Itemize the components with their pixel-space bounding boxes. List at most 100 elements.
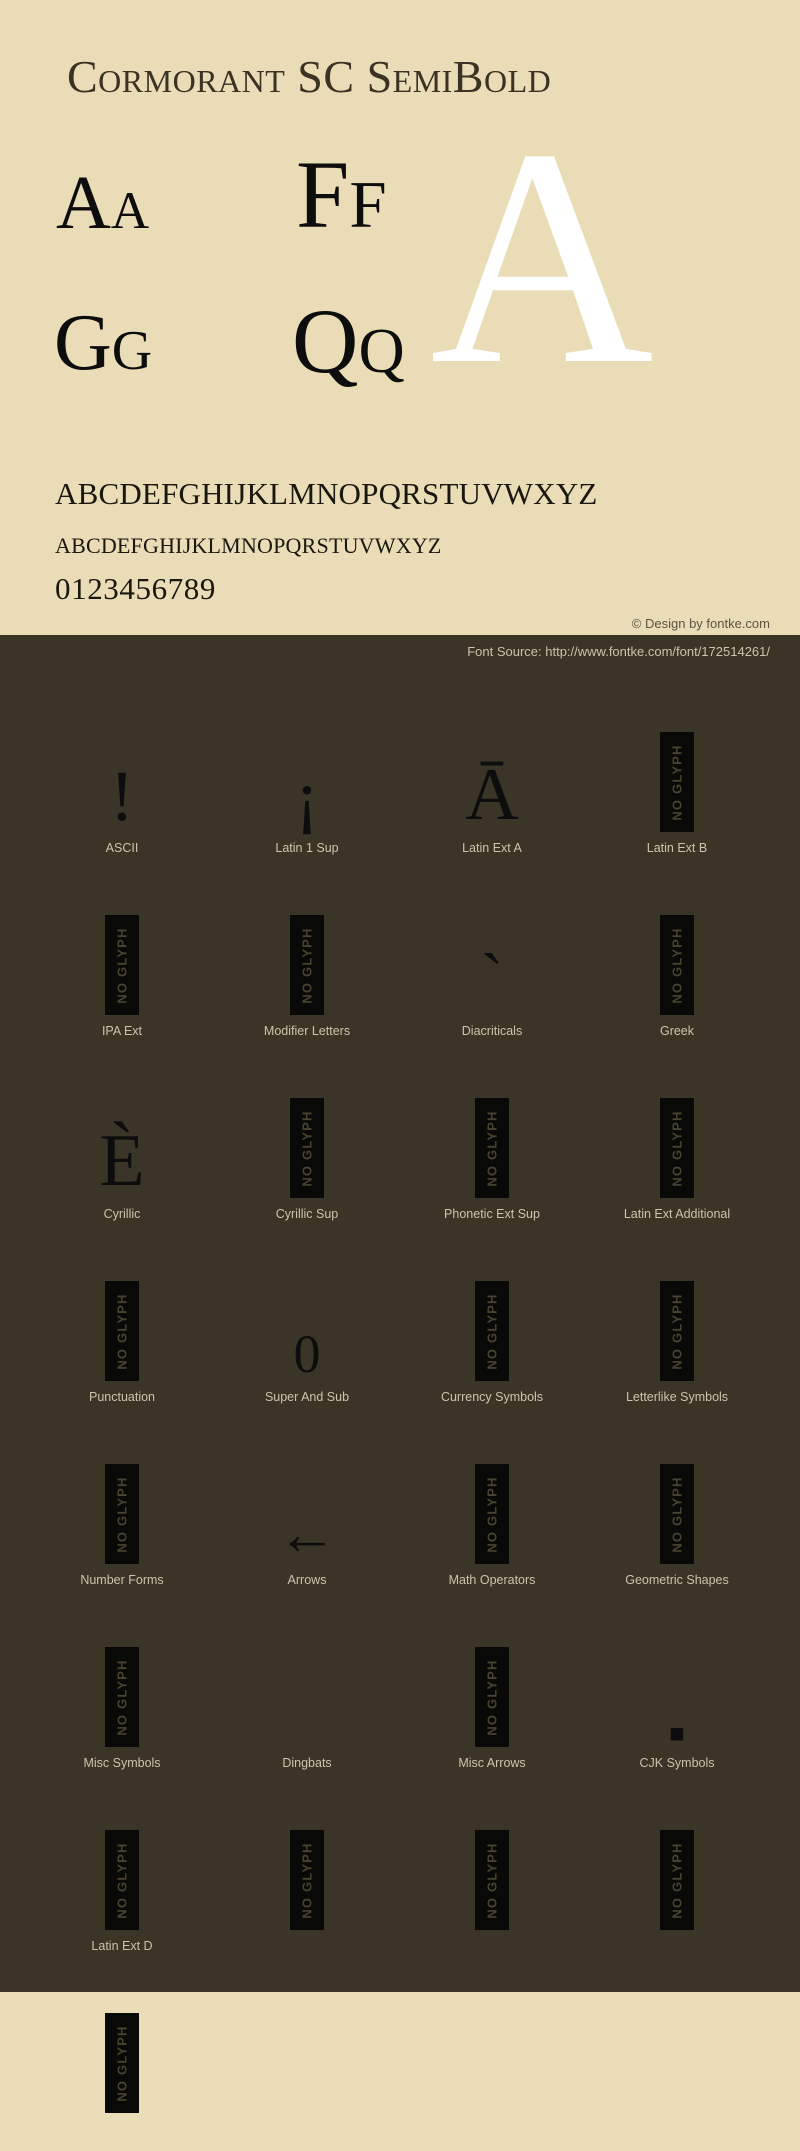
no-glyph-placeholder: NO GLYPH: [105, 1464, 139, 1564]
glyph-sample-wrap: NO GLYPH: [22, 1419, 222, 1564]
glyph-sample-wrap: NO GLYPH: [207, 870, 407, 1015]
unicode-block-label: IPA Ext: [101, 1024, 143, 1038]
no-glyph-label: NO GLYPH: [669, 1109, 685, 1187]
unicode-block-cell[interactable]: NO GLYPH Greek: [577, 870, 777, 1053]
hero-letter: A: [430, 86, 654, 429]
glyph-sample-wrap: NO GLYPH: [22, 1785, 222, 1930]
glyph-sample-wrap: [207, 1602, 407, 1747]
unicode-block-cell[interactable]: NO GLYPH Modifier Letters: [207, 870, 407, 1053]
glyph-sample-wrap: NO GLYPH: [392, 1236, 592, 1381]
no-glyph-placeholder: NO GLYPH: [475, 1281, 509, 1381]
font-source-link[interactable]: Font Source: http://www.fontke.com/font/…: [467, 644, 770, 659]
unicode-block-row: NO GLYPH Punctuation 0 Super And Sub NO GLYP…: [0, 1236, 800, 1419]
unicode-block-cell[interactable]: ■ CJK Symbols: [577, 1602, 777, 1785]
no-glyph-label: NO GLYPH: [114, 1658, 130, 1736]
alphabet-smallcaps: abcdefghijklmnopqrstuvwxyz: [55, 525, 442, 560]
unicode-block-cell[interactable]: NO GLYPH Geometric Shapes: [577, 1419, 777, 1602]
unicode-block-cell[interactable]: ¡ Latin 1 Sup: [207, 687, 407, 870]
no-glyph-placeholder: NO GLYPH: [290, 915, 324, 1015]
no-glyph-placeholder: NO GLYPH: [105, 2013, 139, 2113]
no-glyph-placeholder: NO GLYPH: [105, 1830, 139, 1930]
glyph-sample-wrap: NO GLYPH: [22, 1236, 222, 1381]
unicode-block-label: Cyrillic Sup: [275, 1207, 339, 1221]
glyph-sample-wrap: NO GLYPH: [392, 1053, 592, 1198]
unicode-block-cell[interactable]: NO GLYPH Latin Ext B: [577, 687, 777, 870]
unicode-block-label: Misc Arrows: [458, 1756, 526, 1770]
unicode-block-cell[interactable]: NO GLYPH: [577, 1785, 777, 1968]
no-glyph-placeholder: NO GLYPH: [660, 1830, 694, 1930]
unicode-block-row: NO GLYPH Misc Symbols Dingbats NO GLYPH Misc…: [0, 1602, 800, 1785]
unicode-block-cell[interactable]: [577, 1968, 777, 2151]
glyph-sample: Ā: [465, 754, 519, 836]
unicode-block-cell[interactable]: NO GLYPH Letterlike Symbols: [577, 1236, 777, 1419]
unicode-block-label: Modifier Letters: [263, 1024, 351, 1038]
unicode-block-label: Currency Symbols: [440, 1390, 544, 1404]
glyph-sample-wrap: [577, 1968, 777, 2113]
unicode-block-label: ASCII: [105, 841, 139, 855]
unicode-block-cell[interactable]: NO GLYPH Misc Arrows: [392, 1602, 592, 1785]
unicode-block-cell[interactable]: NO GLYPH: [207, 1785, 407, 1968]
unicode-block-cell[interactable]: NO GLYPH: [22, 1968, 222, 2151]
no-glyph-placeholder: NO GLYPH: [290, 1098, 324, 1198]
no-glyph-label: NO GLYPH: [299, 1841, 315, 1919]
unicode-block-label: Punctuation: [88, 1390, 156, 1404]
unicode-block-cell[interactable]: NO GLYPH IPA Ext: [22, 870, 222, 1053]
unicode-block-cell[interactable]: NO GLYPH Currency Symbols: [392, 1236, 592, 1419]
no-glyph-placeholder: NO GLYPH: [475, 1464, 509, 1564]
unicode-block-cell[interactable]: NO GLYPH Number Forms: [22, 1419, 222, 1602]
no-glyph-placeholder: NO GLYPH: [475, 1830, 509, 1930]
glyph-sample-wrap: ←: [207, 1419, 407, 1564]
no-glyph-placeholder: NO GLYPH: [660, 1281, 694, 1381]
glyph-sample: ˋ: [480, 941, 504, 1018]
unicode-block-cell[interactable]: NO GLYPH Phonetic Ext Sup: [392, 1053, 592, 1236]
unicode-block-cell[interactable]: ! ASCII: [22, 687, 222, 870]
glyph-pair-ff: Ff: [296, 141, 387, 248]
glyph-sample-wrap: NO GLYPH: [577, 1053, 777, 1198]
unicode-block-label: Phonetic Ext Sup: [444, 1207, 540, 1221]
unicode-block-cell[interactable]: ← Arrows: [207, 1419, 407, 1602]
unicode-block-cell[interactable]: È Cyrillic: [22, 1053, 222, 1236]
unicode-block-cell[interactable]: [392, 1968, 592, 2151]
unicode-block-label: Arrows: [287, 1573, 327, 1587]
no-glyph-label: NO GLYPH: [669, 1841, 685, 1919]
unicode-block-cell[interactable]: NO GLYPH Math Operators: [392, 1419, 592, 1602]
glyph-sample-wrap: NO GLYPH: [392, 1419, 592, 1564]
unicode-block-cell[interactable]: NO GLYPH Latin Ext D: [22, 1785, 222, 1968]
glyph-sample-wrap: !: [22, 687, 222, 832]
unicode-block-grid: ! ASCII ¡ Latin 1 Sup Ā Latin Ext A NO GLYPH La…: [0, 687, 800, 2151]
unicode-block-label: Latin Ext Additional: [623, 1207, 731, 1221]
unicode-block-label: Latin Ext D: [91, 1939, 153, 1953]
unicode-block-cell[interactable]: NO GLYPH Latin Ext Additional: [577, 1053, 777, 1236]
unicode-block-cell[interactable]: Ā Latin Ext A: [392, 687, 592, 870]
no-glyph-label: NO GLYPH: [484, 1841, 500, 1919]
unicode-block-cell[interactable]: NO GLYPH: [392, 1785, 592, 1968]
no-glyph-label: NO GLYPH: [484, 1109, 500, 1187]
glyph-sample-wrap: ■: [577, 1602, 777, 1747]
specimen-header-section: Cormorant SC SemiBold Aa Ff Gg Qq A ABCD…: [0, 0, 800, 635]
no-glyph-label: NO GLYPH: [299, 1109, 315, 1187]
no-glyph-label: NO GLYPH: [299, 926, 315, 1004]
glyph-sample-wrap: NO GLYPH: [577, 1419, 777, 1564]
unicode-block-cell[interactable]: [207, 1968, 407, 2151]
no-glyph-label: NO GLYPH: [114, 2024, 130, 2102]
unicode-block-row: ! ASCII ¡ Latin 1 Sup Ā Latin Ext A NO GLYPH La…: [0, 687, 800, 870]
glyph-pair-qq: Qq: [292, 290, 405, 392]
glyph-sample: 0: [293, 1324, 321, 1384]
unicode-block-cell[interactable]: ˋ Diacriticals: [392, 870, 592, 1053]
no-glyph-label: NO GLYPH: [114, 1292, 130, 1370]
unicode-block-cell[interactable]: 0 Super And Sub: [207, 1236, 407, 1419]
unicode-block-label: Letterlike Symbols: [625, 1390, 729, 1404]
unicode-block-label: Cyrillic: [103, 1207, 141, 1221]
unicode-block-row: NO GLYPH: [0, 1968, 800, 2151]
unicode-block-cell[interactable]: Dingbats: [207, 1602, 407, 1785]
glyph-sample: È: [99, 1120, 145, 1202]
glyph-sample-wrap: NO GLYPH: [22, 1968, 222, 2113]
unicode-block-cell[interactable]: NO GLYPH Punctuation: [22, 1236, 222, 1419]
no-glyph-placeholder: NO GLYPH: [105, 915, 139, 1015]
glyph-sample-wrap: NO GLYPH: [22, 870, 222, 1015]
unicode-block-cell[interactable]: NO GLYPH Misc Symbols: [22, 1602, 222, 1785]
unicode-block-row: NO GLYPH IPA Ext NO GLYPH Modifier Letters ˋ…: [0, 870, 800, 1053]
unicode-block-cell[interactable]: NO GLYPH Cyrillic Sup: [207, 1053, 407, 1236]
glyph-sample-wrap: NO GLYPH: [392, 1785, 592, 1930]
alphabet-numerals: 0123456789: [55, 571, 216, 606]
